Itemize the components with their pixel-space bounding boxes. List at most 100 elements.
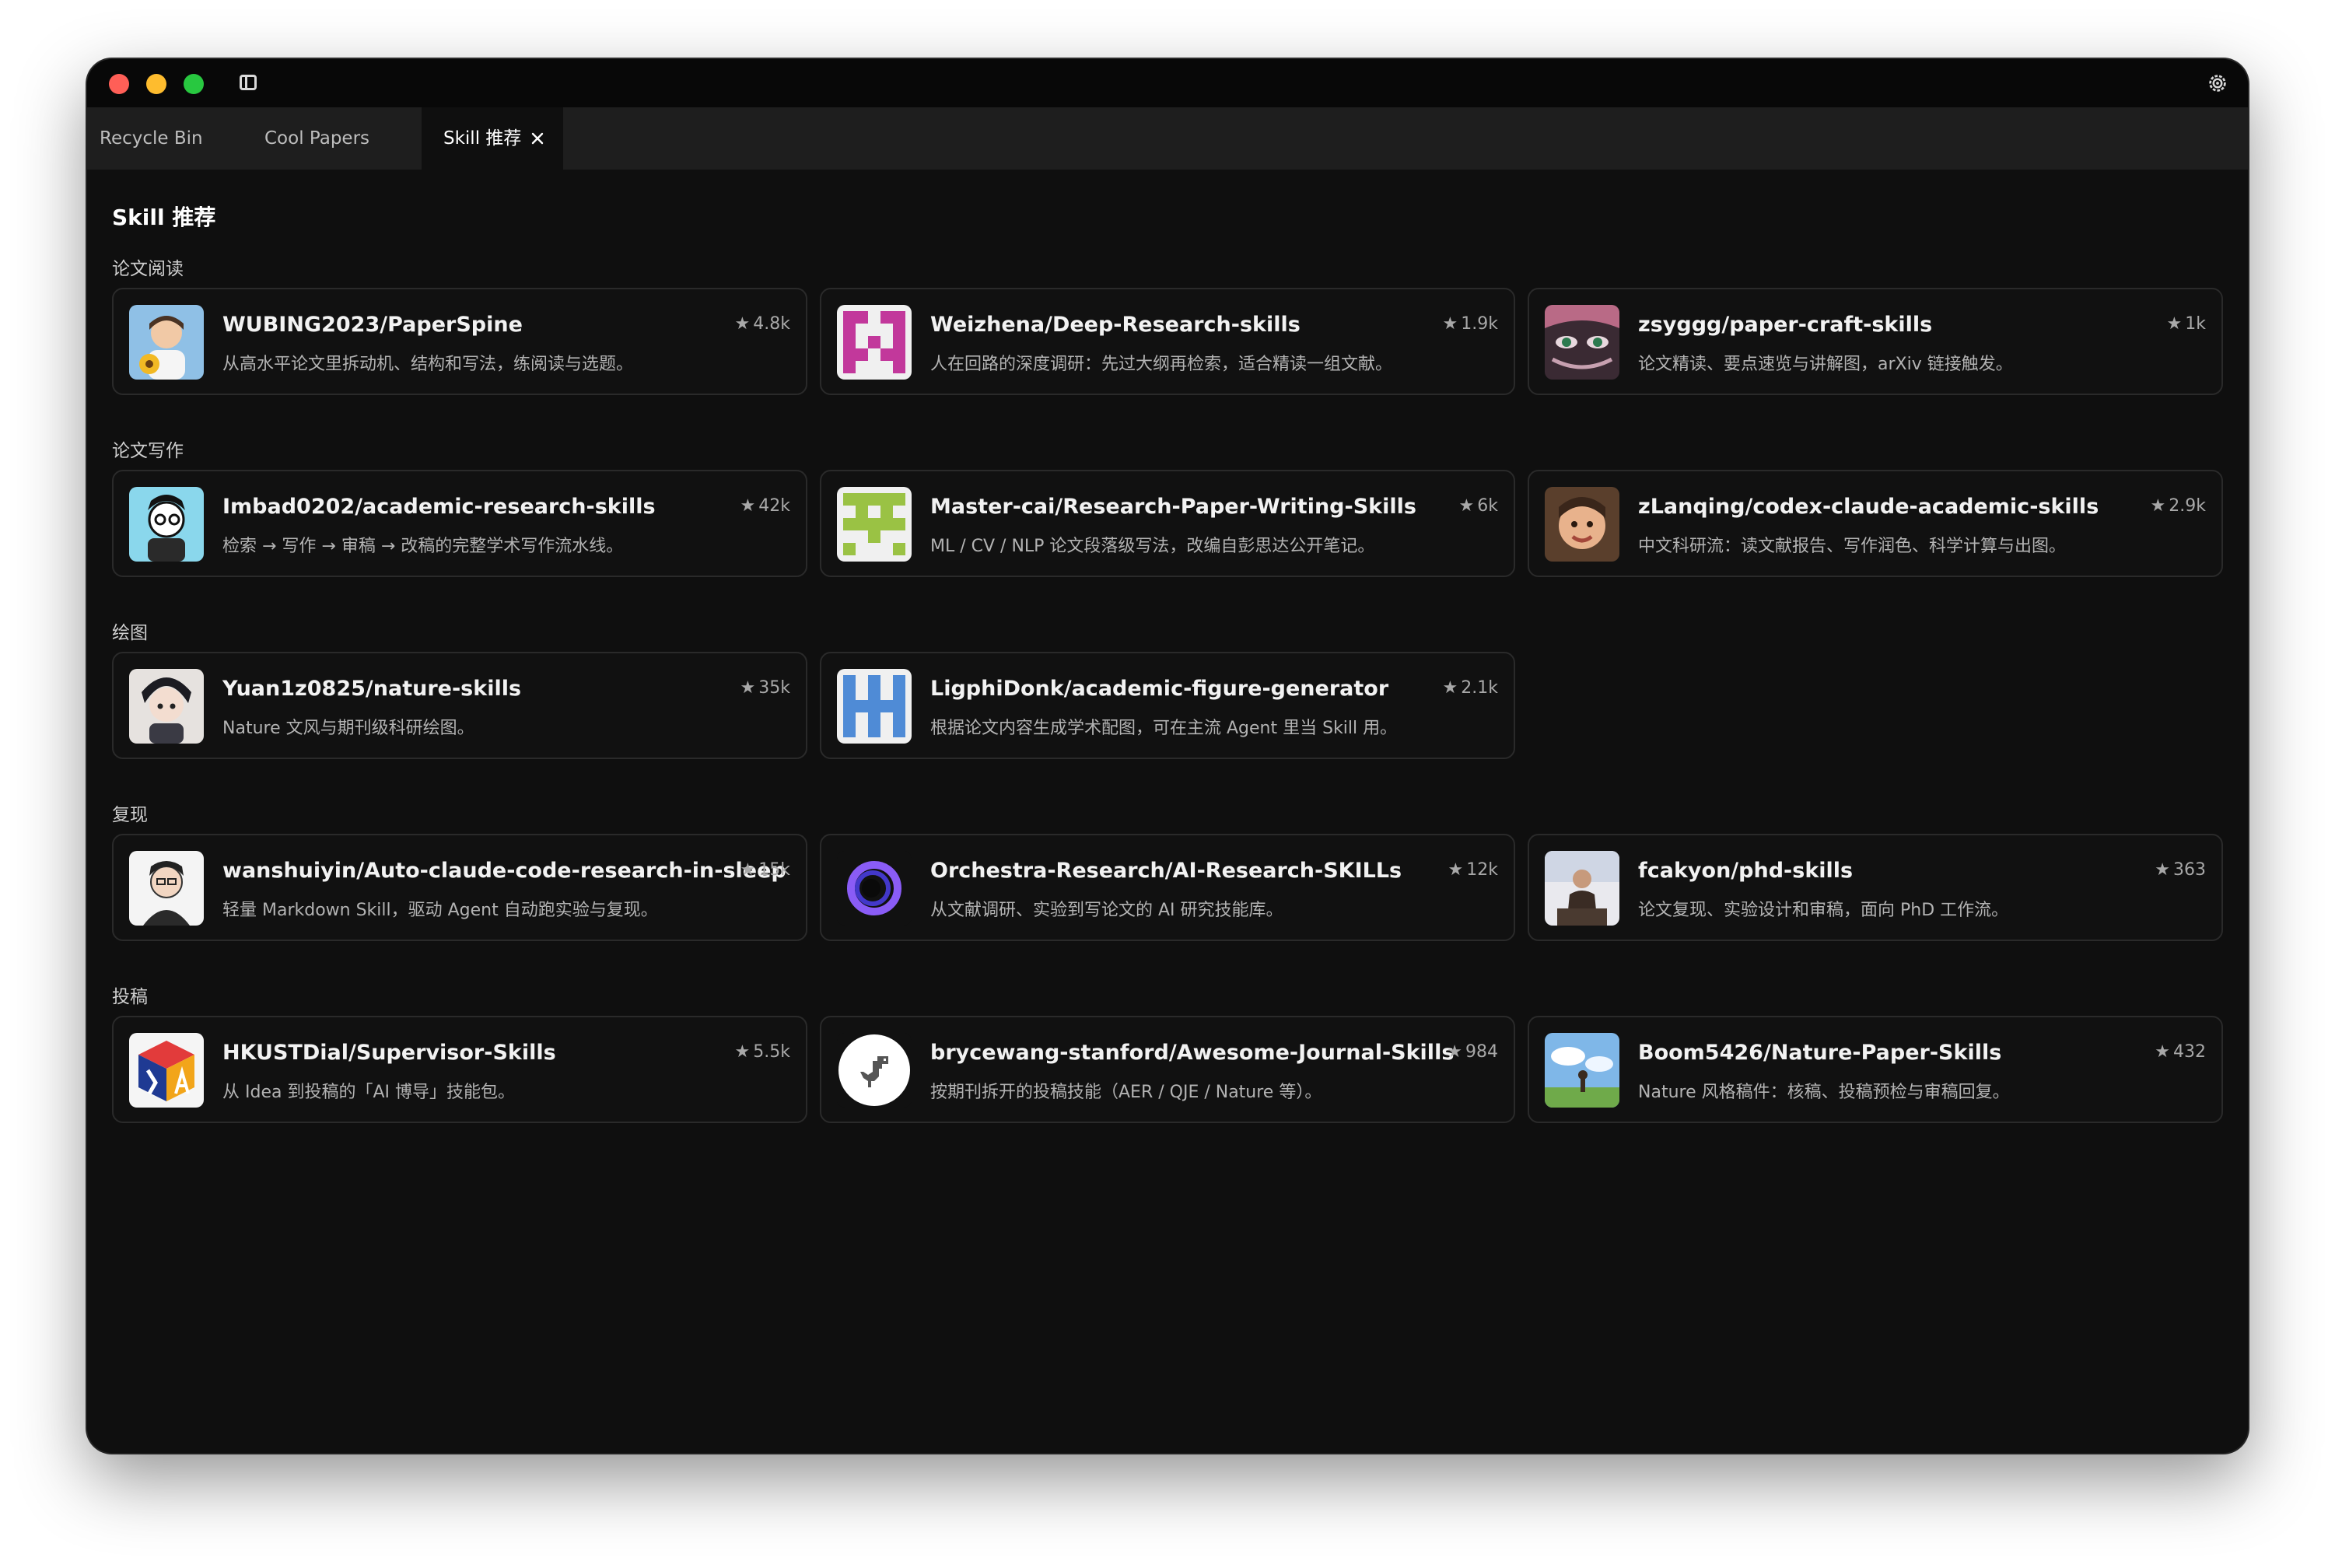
main-content: Skill 推荐 论文阅读 WUBING2023/PaperSpine 从高水平… xyxy=(87,170,2248,1453)
page-title: Skill 推荐 xyxy=(112,205,216,230)
skill-name[interactable]: Boom5426/Nature-Paper-Skills xyxy=(1638,1041,2001,1065)
skill-name[interactable]: Imbad0202/academic-research-skills xyxy=(222,495,656,519)
skill-description: 论文精读、要点速览与讲解图，arXiv 链接触发。 xyxy=(1638,355,2013,374)
star-count: ★ 5.5k xyxy=(734,1042,790,1062)
sketch-portrait-avatar xyxy=(129,851,204,926)
star-icon: ★ xyxy=(1448,860,1464,880)
star-icon: ★ xyxy=(2155,1042,2170,1062)
sky-landscape-avatar xyxy=(1545,1033,1619,1108)
colorful-cube-avatar xyxy=(129,1033,204,1108)
star-icon: ★ xyxy=(2150,496,2166,516)
skill-card[interactable]: zsyggg/paper-craft-skills 论文精读、要点速览与讲解图，… xyxy=(1528,288,2223,395)
star-count: ★ 12k xyxy=(1448,860,1498,880)
skill-card[interactable]: zLanqing/codex-claude-academic-skills 中文… xyxy=(1528,470,2223,577)
skill-card[interactable]: Orchestra-Research/AI-Research-SKILLs 从文… xyxy=(820,834,1515,941)
skill-description: 从文献调研、实验到写论文的 AI 研究技能库。 xyxy=(930,901,1283,920)
skill-card[interactable]: WUBING2023/PaperSpine 从高水平论文里拆动机、结构和写法，练… xyxy=(112,288,807,395)
star-count: ★ 984 xyxy=(1447,1042,1498,1062)
identicon-magenta-avatar xyxy=(837,305,912,380)
skill-name[interactable]: WUBING2023/PaperSpine xyxy=(222,313,523,337)
tab-recycle-bin[interactable]: Recycle Bin xyxy=(100,107,203,170)
skill-name[interactable]: LigphiDonk/academic-figure-generator xyxy=(930,677,1388,701)
skill-description: 中文科研流：读文献报告、写作润色、科学计算与出图。 xyxy=(1638,537,2067,556)
portrait-sunflower-avatar xyxy=(129,305,204,380)
anime-eyes-avatar xyxy=(1545,305,1619,380)
skill-name[interactable]: fcakyon/phd-skills xyxy=(1638,859,1853,883)
anime-boy-avatar xyxy=(129,669,204,744)
star-count: ★ 1.9k xyxy=(1442,314,1498,334)
skill-card[interactable]: Yuan1z0825/nature-skills Nature 文风与期刊级科研… xyxy=(112,652,807,759)
star-icon: ★ xyxy=(1442,314,1458,334)
skill-description: ML / CV / NLP 论文段落级写法，改编自彭思达公开笔记。 xyxy=(930,537,1375,556)
child-photo-avatar xyxy=(1545,487,1619,562)
section-title: 论文写作 xyxy=(112,441,184,461)
sidebar-toggle-icon[interactable] xyxy=(240,75,257,90)
section-title: 绘图 xyxy=(112,623,148,643)
skill-card[interactable]: Weizhena/Deep-Research-skills 人在回路的深度调研：… xyxy=(820,288,1515,395)
zoom-window-button[interactable] xyxy=(184,74,204,94)
cartoon-scholar-avatar xyxy=(129,487,204,562)
star-count: ★ 35k xyxy=(740,678,790,698)
skill-card[interactable]: LigphiDonk/academic-figure-generator 根据论… xyxy=(820,652,1515,759)
star-icon: ★ xyxy=(1447,1042,1462,1062)
star-icon: ★ xyxy=(1458,496,1475,516)
skill-description: Nature 风格稿件：核稿、投稿预检与审稿回复。 xyxy=(1638,1083,2010,1102)
close-icon[interactable] xyxy=(529,130,546,147)
section-title: 论文阅读 xyxy=(112,259,184,279)
star-count: ★ 2.1k xyxy=(1442,678,1498,698)
skill-card[interactable]: Master-cai/Research-Paper-Writing-Skills… xyxy=(820,470,1515,577)
star-icon: ★ xyxy=(2166,314,2183,334)
skill-description: 检索 → 写作 → 审稿 → 改稿的完整学术写作流水线。 xyxy=(222,537,624,556)
skill-card[interactable]: HKUSTDial/Supervisor-Skills 从 Idea 到投稿的「… xyxy=(112,1016,807,1123)
skill-name[interactable]: Master-cai/Research-Paper-Writing-Skills xyxy=(930,495,1416,519)
skill-card[interactable]: fcakyon/phd-skills 论文复现、实验设计和审稿，面向 PhD 工… xyxy=(1528,834,2223,941)
skill-name[interactable]: Weizhena/Deep-Research-skills xyxy=(930,313,1301,337)
minimize-window-button[interactable] xyxy=(146,74,166,94)
star-icon: ★ xyxy=(1442,678,1458,698)
tab-cool-papers[interactable]: Cool Papers xyxy=(264,107,369,170)
skill-card[interactable]: brycewang-stanford/Awesome-Journal-Skill… xyxy=(820,1016,1515,1123)
star-icon: ★ xyxy=(740,860,756,880)
star-count: ★ 15k xyxy=(740,860,790,880)
star-icon: ★ xyxy=(734,314,751,334)
skill-name[interactable]: zLanqing/codex-claude-academic-skills xyxy=(1638,495,2099,519)
skill-name[interactable]: Yuan1z0825/nature-skills xyxy=(222,677,521,701)
skill-name[interactable]: HKUSTDial/Supervisor-Skills xyxy=(222,1041,556,1065)
section-title: 复现 xyxy=(112,805,148,825)
section-title: 投稿 xyxy=(112,987,148,1007)
gear-icon[interactable] xyxy=(2206,72,2229,95)
skill-card[interactable]: Imbad0202/academic-research-skills 检索 → … xyxy=(112,470,807,577)
star-count: ★ 432 xyxy=(2155,1042,2206,1062)
skill-description: 根据论文内容生成学术配图，可在主流 Agent 里当 Skill 用。 xyxy=(930,719,1398,738)
title-bar xyxy=(87,59,2248,107)
star-count: ★ 6k xyxy=(1458,496,1498,516)
star-count: ★ 2.9k xyxy=(2150,496,2206,516)
tab-bar: Recycle Bin Cool Papers Skill 推荐 xyxy=(87,107,2248,170)
skill-description: 论文复现、实验设计和审稿，面向 PhD 工作流。 xyxy=(1638,901,2009,920)
skill-name[interactable]: zsyggg/paper-craft-skills xyxy=(1638,313,1932,337)
skill-name[interactable]: brycewang-stanford/Awesome-Journal-Skill… xyxy=(930,1041,1454,1065)
skill-description: 从高水平论文里拆动机、结构和写法，练阅读与选题。 xyxy=(222,355,634,374)
dinosaur-avatar xyxy=(837,1033,912,1108)
skill-name[interactable]: Orchestra-Research/AI-Research-SKILLs xyxy=(930,859,1402,883)
skill-name[interactable]: wanshuiyin/Auto-claude-code-research-in-… xyxy=(222,859,786,883)
star-count: ★ 4.8k xyxy=(734,314,790,334)
tab-label: Skill 推荐 xyxy=(443,128,522,149)
skill-description: Nature 文风与期刊级科研绘图。 xyxy=(222,719,474,738)
skill-description: 人在回路的深度调研：先过大纲再检索，适合精读一组文献。 xyxy=(930,355,1393,374)
star-icon: ★ xyxy=(740,678,756,698)
close-window-button[interactable] xyxy=(109,74,129,94)
skill-description: 按期刊拆开的投稿技能（AER / QJE / Nature 等）。 xyxy=(930,1083,1322,1102)
identicon-blue-avatar xyxy=(837,669,912,744)
skill-card[interactable]: Boom5426/Nature-Paper-Skills Nature 风格稿件… xyxy=(1528,1016,2223,1123)
identicon-green-avatar xyxy=(837,487,912,562)
star-icon: ★ xyxy=(2155,860,2170,880)
star-icon: ★ xyxy=(740,496,756,516)
skill-description: 轻量 Markdown Skill，驱动 Agent 自动跑实验与复现。 xyxy=(222,901,658,920)
star-count: ★ 363 xyxy=(2155,860,2206,880)
purple-ring-avatar xyxy=(837,851,912,926)
tab-skill-recommend[interactable]: Skill 推荐 xyxy=(422,107,563,170)
star-icon: ★ xyxy=(734,1042,751,1062)
star-count: ★ 42k xyxy=(740,496,790,516)
skill-card[interactable]: wanshuiyin/Auto-claude-code-research-in-… xyxy=(112,834,807,941)
